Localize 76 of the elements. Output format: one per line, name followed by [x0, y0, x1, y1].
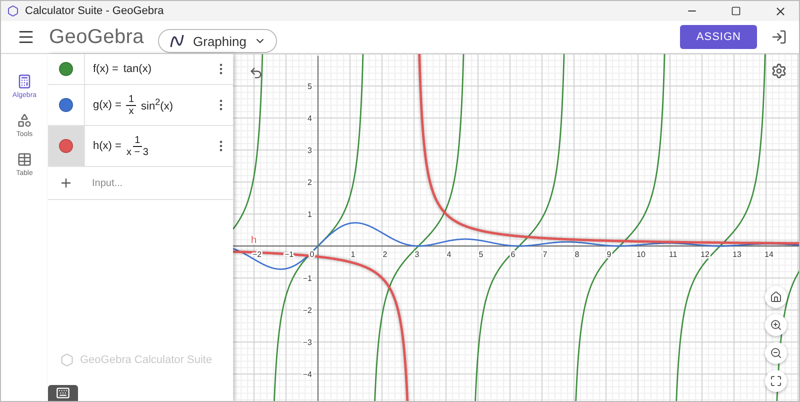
fraction-numerator: 1	[126, 94, 136, 106]
tangent-curve-branch[interactable]	[774, 268, 799, 401]
fraction-denominator: x	[128, 106, 134, 116]
table-icon	[16, 152, 32, 167]
tangent-curve-branch[interactable]	[472, 54, 566, 401]
expression-value: sin$^{2}$(x)	[141, 97, 173, 113]
y-tick-label: 1	[308, 210, 312, 219]
assign-button[interactable]: ASSIGN	[680, 25, 757, 49]
settings-button[interactable]	[771, 63, 787, 79]
x-tick-label: 4	[446, 250, 452, 259]
hyperbola-curve-branch[interactable]	[233, 250, 410, 401]
x-tick-label: 7	[542, 250, 548, 259]
x-tick-label: 13	[732, 250, 742, 259]
zoom-in-button[interactable]	[765, 314, 787, 336]
y-tick-label: 2	[308, 178, 312, 187]
home-icon	[770, 291, 782, 303]
sign-in-icon[interactable]	[771, 29, 787, 45]
x-tick-label: 8	[574, 250, 580, 259]
menu-icon[interactable]	[17, 28, 35, 46]
zoom-out-icon	[770, 347, 782, 359]
undo-button[interactable]	[249, 66, 263, 80]
tools-icon	[17, 113, 32, 128]
curve-label: h	[251, 235, 257, 246]
tangent-curve-branch[interactable]	[372, 54, 466, 401]
add-icon[interactable]	[59, 176, 73, 190]
x-tick-label: 12	[700, 250, 710, 259]
close-icon	[774, 4, 786, 18]
x-tick-label: 2	[382, 250, 388, 259]
item-marker-cell[interactable]	[48, 54, 85, 84]
item-marker-cell[interactable]	[48, 85, 85, 125]
fullscreen-button[interactable]	[765, 370, 787, 392]
color-dot[interactable]	[59, 62, 73, 76]
fraction-denominator: x − 3	[126, 146, 148, 158]
keyboard-button[interactable]	[48, 385, 78, 401]
color-dot[interactable]	[59, 139, 73, 153]
y-tick-label: −2	[302, 306, 312, 315]
settings-icon	[771, 63, 787, 79]
tangent-curve-branch[interactable]	[573, 54, 666, 401]
x-tick-label: 11	[668, 250, 678, 259]
logo: GeoGebra	[49, 26, 144, 48]
window-title: Calculator Suite - GeoGebra	[25, 5, 165, 17]
app-logo-icon	[7, 5, 19, 17]
wave-curve[interactable]	[233, 246, 318, 270]
y-tick-label: −4	[302, 370, 312, 379]
x-tick-label: 5	[478, 250, 484, 259]
x-tick-label: 1	[350, 250, 356, 259]
y-tick-label: −3	[302, 338, 312, 347]
expression-name: f(x) =	[93, 63, 118, 75]
y-tick-label: −1	[302, 274, 312, 283]
expression-name: g(x) =	[93, 99, 122, 111]
y-tick-label: 4	[308, 114, 312, 123]
wave-curve[interactable]	[318, 222, 799, 247]
maximize-icon	[731, 6, 741, 16]
y-tick-label: 5	[308, 82, 312, 91]
item-marker-cell[interactable]	[48, 126, 85, 166]
x-tick-label: 3	[414, 250, 420, 259]
zoom-out-button[interactable]	[765, 342, 787, 364]
y-tick-label: 3	[308, 146, 312, 155]
graph-curve-icon	[169, 33, 185, 49]
app-picker[interactable]: Graphing	[158, 29, 278, 53]
hyperbola-curve-branch[interactable]	[417, 54, 799, 245]
fullscreen-icon	[770, 375, 782, 387]
tangent-curve-branch[interactable]	[272, 54, 365, 401]
logo-icon	[60, 353, 74, 367]
color-dot[interactable]	[59, 98, 73, 112]
expression-name: h(x) =	[93, 140, 122, 152]
algebra-icon	[16, 74, 32, 89]
tangent-curve-branch[interactable]	[233, 54, 264, 230]
fraction-numerator: 1	[132, 134, 142, 146]
keyboard-icon	[56, 386, 70, 400]
undo-icon	[249, 66, 263, 80]
x-tick-label: 10	[636, 250, 646, 259]
expression-value: tan(x)	[123, 63, 152, 75]
x-tick-label: 14	[764, 250, 774, 259]
home-button[interactable]	[765, 286, 787, 308]
zoom-in-icon	[770, 319, 782, 331]
